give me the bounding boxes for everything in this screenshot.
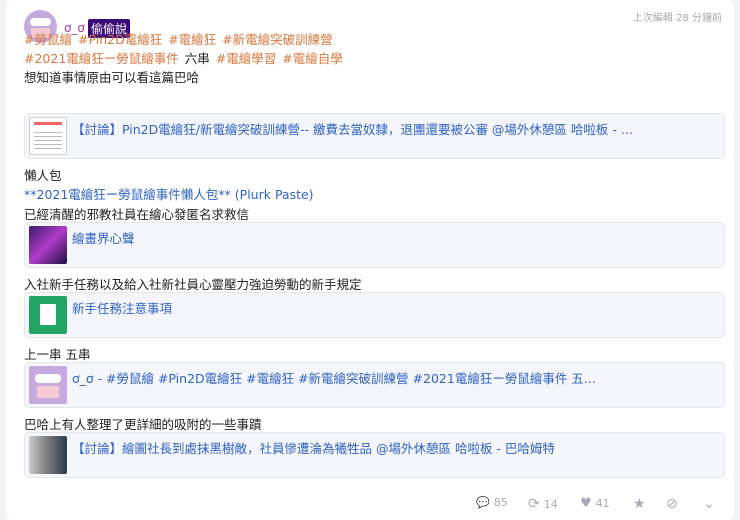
plurk-paste-link[interactable]: **2021電繪狂ー勞鼠繪事件懶人包** (Plurk Paste)	[24, 184, 314, 203]
plurk-card: ơ_ơ 偷偷說 上次編輯 28 分鐘前 #勞鼠繪 #Pin2D電繪狂 #電繪狂 #新電…	[6, 0, 734, 520]
replurk-icon: ⟳	[528, 496, 540, 512]
hashtag[interactable]: #電繪自學	[282, 51, 342, 66]
google-docs-icon	[29, 296, 67, 334]
responses-count: 85	[493, 496, 508, 509]
thumbnail	[29, 226, 67, 264]
thumbnail	[29, 117, 67, 155]
link-card[interactable]: 【討論】Pin2D電繪狂/新電繪突破訓練營-- 繳費去當奴隸，退團還要被公審 @…	[24, 113, 725, 159]
text-line: 巴哈上有人整理了更詳細的吸附的一些事蹟	[24, 417, 262, 432]
tags-line-1: #勞鼠繪 #Pin2D電繪狂 #電繪狂 #新電繪突破訓練營	[24, 29, 339, 48]
heart-icon: ♥	[580, 496, 592, 511]
hashtag[interactable]: #勞鼠繪	[24, 32, 72, 47]
link-card[interactable]: 繪畫界心聲	[24, 222, 725, 268]
chevron-down-icon[interactable]: ⌄	[703, 496, 715, 512]
comment-icon: 💬	[476, 496, 490, 509]
text-line: 已經清醒的邪教社員在繪心發匿名求救信	[24, 207, 250, 222]
mute-icon[interactable]: ⊘	[666, 496, 678, 512]
responses-button[interactable]: 💬 85	[476, 496, 508, 509]
timestamp: 上次編輯 28 分鐘前	[632, 13, 722, 24]
like-count: 41	[595, 497, 610, 510]
hashtag[interactable]: #電繪學習	[216, 51, 276, 66]
hashtag[interactable]: #2021電繪狂ー勞鼠繪事件	[24, 51, 179, 66]
link-card[interactable]: ơ_ơ - #勞鼠繪 #Pin2D電繪狂 #電繪狂 #新電繪突破訓練營 #202…	[24, 362, 725, 408]
thumbnail	[29, 366, 67, 404]
link-card[interactable]: 【討論】繪圖社長到處抹黑樹敵，社員慘遭淪為犧牲品 @場外休憩區 哈啦板 - 巴哈…	[24, 432, 725, 478]
text: 六串	[184, 51, 210, 66]
hashtag[interactable]: #新電繪突破訓練營	[222, 32, 332, 47]
thumbnail	[29, 436, 67, 474]
link-card[interactable]: 新手任務注意事項	[24, 292, 725, 338]
replurk-button[interactable]: ⟳ 14	[528, 496, 558, 512]
text-line: 上一串 五串	[24, 347, 91, 362]
link-title[interactable]: 【討論】繪圖社長到處抹黑樹敵，社員慘遭淪為犧牲品 @場外休憩區 哈啦板 - 巴哈…	[72, 438, 555, 457]
hashtag[interactable]: #電繪狂	[168, 32, 216, 47]
text-line: 入社新手任務以及給入社新社員心靈壓力強迫勞動的新手規定	[24, 277, 362, 292]
text-line: 懶人包	[24, 168, 62, 183]
link-title[interactable]: ơ_ơ - #勞鼠繪 #Pin2D電繪狂 #電繪狂 #新電繪突破訓練營 #202…	[72, 368, 596, 387]
replurk-count: 14	[543, 497, 558, 511]
link-title[interactable]: 【討論】Pin2D電繪狂/新電繪突破訓練營-- 繳費去當奴隸，退團還要被公審 @…	[72, 119, 633, 138]
bookmark-star-icon[interactable]: ★	[633, 496, 646, 512]
tags-line-2: #2021電繪狂ー勞鼠繪事件 六串 #電繪學習 #電繪自學	[24, 48, 349, 67]
link-title[interactable]: 繪畫界心聲	[72, 228, 135, 247]
link-title[interactable]: 新手任務注意事項	[72, 298, 172, 317]
like-button[interactable]: ♥ 41	[580, 496, 610, 511]
hashtag[interactable]: #Pin2D電繪狂	[78, 32, 162, 47]
text-line: 想知道事情原由可以看這篇巴哈	[24, 70, 200, 85]
